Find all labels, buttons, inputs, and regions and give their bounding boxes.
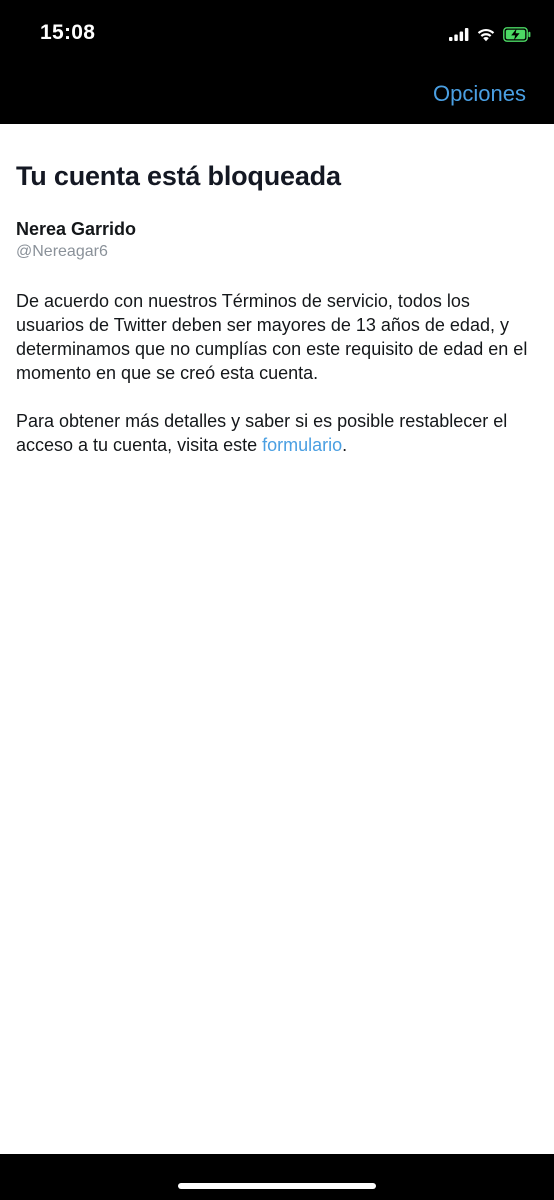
home-indicator[interactable] (178, 1183, 376, 1189)
battery-charging-icon (503, 26, 532, 42)
locked-account-content: Tu cuenta está bloqueada Nerea Garrido @… (16, 124, 536, 457)
user-handle: @Nereagar6 (16, 243, 108, 260)
wifi-icon (476, 27, 496, 42)
page-title: Tu cuenta está bloqueada (16, 161, 341, 191)
top-bar: 15:08 Opciones (0, 0, 554, 124)
options-button[interactable]: Opciones (433, 79, 526, 109)
status-time: 15:08 (40, 21, 96, 44)
form-link[interactable]: formulario (262, 435, 342, 455)
status-icons (449, 22, 532, 46)
bottom-bar (0, 1154, 554, 1200)
restore-access-text-suffix: . (342, 435, 348, 455)
user-name: Nerea Garrido (16, 219, 137, 239)
terms-explanation-text: De acuerdo con nuestros Términos de serv… (16, 291, 528, 383)
signal-icon (449, 27, 469, 41)
restore-access-text: Para obtener más detalles y saber si es … (16, 409, 536, 457)
